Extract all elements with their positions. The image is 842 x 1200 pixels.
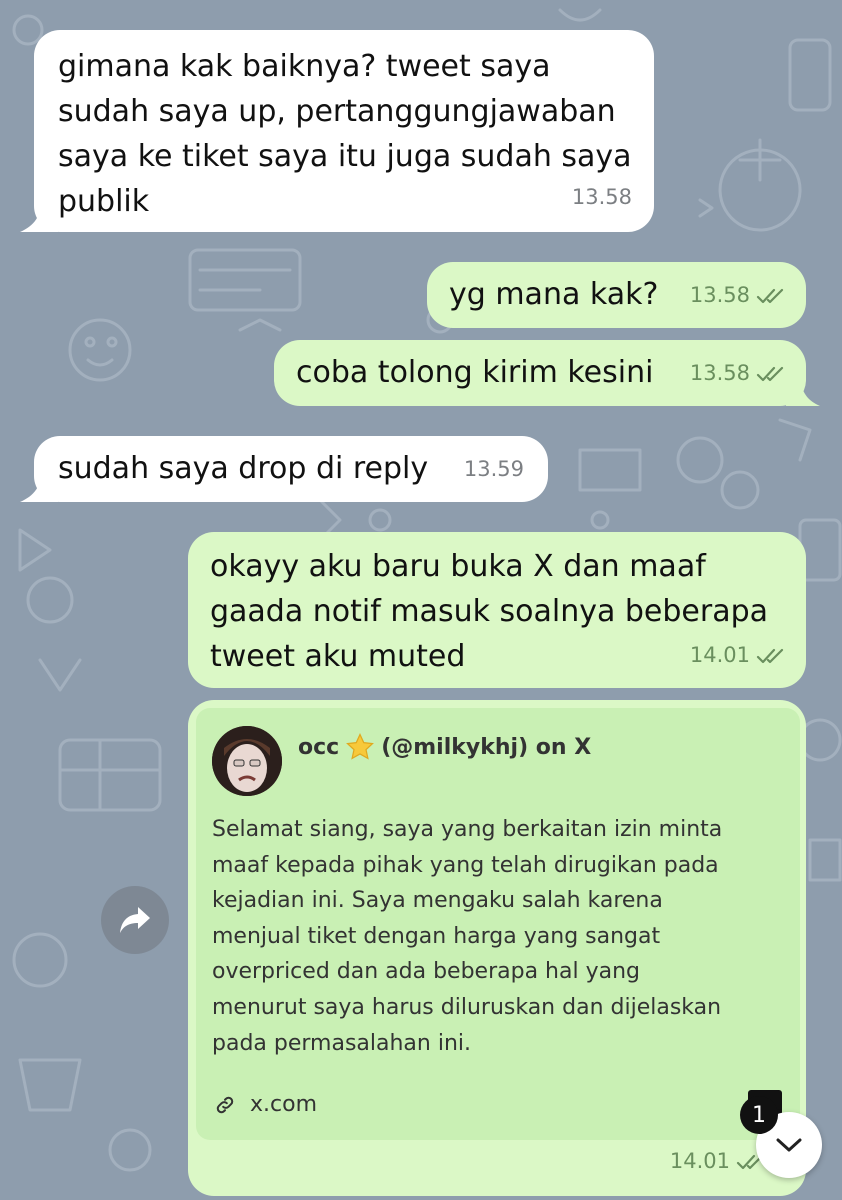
- message-meta: 13.58: [690, 351, 786, 396]
- unread-badge: 1: [740, 1096, 778, 1134]
- message-time: 13.58: [689, 283, 750, 307]
- preview-author-handle: (@milkykhj) on X: [381, 734, 592, 760]
- forward-button[interactable]: [101, 886, 169, 954]
- link-preview-url[interactable]: x.com: [214, 1092, 317, 1117]
- message-bubble-outgoing[interactable]: okayy aku baru buka X dan maaf gaada not…: [188, 532, 806, 688]
- message-text-line: okayy aku baru buka X dan maaf: [210, 549, 706, 584]
- link-preview-title: occ (@milkykhj) on X: [298, 732, 591, 762]
- message-time: 14.01: [689, 643, 750, 667]
- message-text-line: gaada notif masuk soalnya beberapa: [210, 594, 769, 629]
- link-domain: x.com: [250, 1092, 317, 1117]
- message-time: 13.59: [463, 457, 524, 481]
- message-meta: 14.01: [670, 1139, 766, 1184]
- link-preview-description: Selamat siang, saya yang berkaitan izin …: [212, 817, 723, 1056]
- message-time: 13.58: [689, 361, 750, 385]
- avatar: [212, 726, 282, 796]
- message-bubble-outgoing[interactable]: coba tolong kirim kesini 13.58: [274, 340, 806, 406]
- message-text-line: publik: [58, 184, 150, 219]
- message-time: 13.58: [571, 185, 632, 209]
- message-bubble-incoming[interactable]: sudah saya drop di reply 13.59: [34, 436, 548, 502]
- message-bubble-incoming[interactable]: gimana kak baiknya? tweet saya sudah say…: [34, 30, 654, 232]
- double-check-icon: [756, 288, 784, 303]
- double-check-icon: [756, 366, 784, 381]
- message-meta: 14.01: [690, 633, 786, 678]
- preview-author-name: occ: [298, 734, 340, 760]
- forward-arrow-icon: [120, 907, 150, 933]
- message-text-line: sudah saya up, pertanggungjawaban: [58, 94, 616, 129]
- message-text-line: gimana kak baiknya? tweet saya: [58, 49, 551, 84]
- double-check-icon: [756, 648, 784, 663]
- star-icon: [346, 733, 375, 760]
- avatar-image: [212, 726, 282, 796]
- link-preview-card[interactable]: occ (@milkykhj) on X Selamat siang, saya…: [196, 708, 800, 1140]
- chevron-down-icon: [776, 1138, 802, 1152]
- link-icon: [216, 1096, 234, 1113]
- message-meta: 13.58: [690, 273, 786, 318]
- message-bubble-outgoing[interactable]: yg mana kak? 13.58: [427, 262, 806, 328]
- message-text-line: saya ke tiket saya itu juga sudah saya: [58, 139, 632, 174]
- message-time: 14.01: [669, 1149, 730, 1173]
